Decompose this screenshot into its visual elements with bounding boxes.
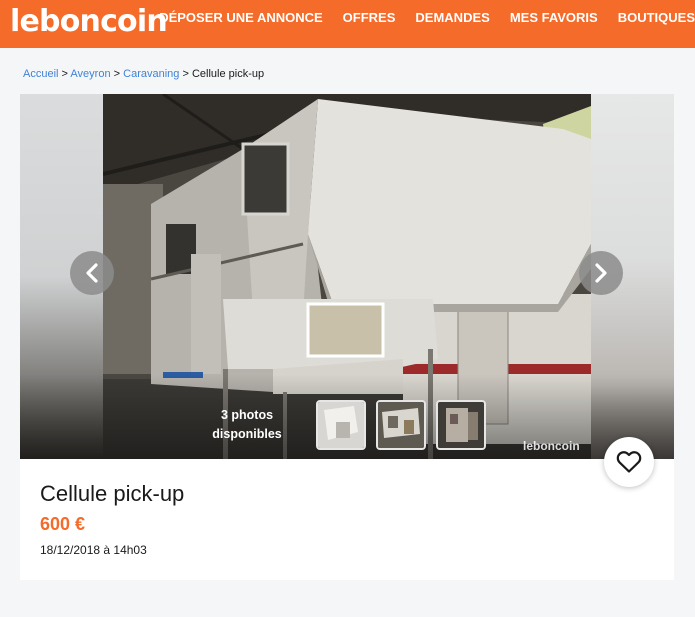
breadcrumb-caravaning[interactable]: Caravaning [123, 68, 179, 80]
chevron-left-icon [86, 263, 98, 283]
nav-mes-favoris[interactable]: MES FAVORIS [510, 0, 598, 48]
breadcrumb-current: Cellule pick-up [191, 68, 265, 80]
thumbnail-1-image [318, 402, 364, 448]
thumbnail-2[interactable] [376, 400, 426, 450]
breadcrumb-separator: > [182, 68, 189, 80]
thumbnail-3[interactable] [436, 400, 486, 450]
ad-title: Cellule pick-up [40, 481, 185, 506]
breadcrumb-accueil[interactable]: Accueil [23, 68, 58, 80]
main-nav: DÉPOSER UNE ANNONCE OFFRES DEMANDES MES … [159, 0, 695, 48]
thumbnail-1[interactable] [316, 400, 366, 450]
breadcrumb-aveyron[interactable]: Aveyron [70, 68, 110, 80]
nav-demandes[interactable]: DEMANDES [415, 0, 489, 48]
breadcrumb-separator: > [61, 68, 68, 80]
photo-count-line1: 3 photos [220, 408, 274, 422]
photo-count: 3 photos disponibles [198, 406, 296, 444]
breadcrumb: Accueil > Aveyron > Caravaning > Cellule… [23, 68, 264, 80]
ad-date: 18/12/2018 à 14h03 [40, 543, 147, 557]
ad-info-card [20, 459, 674, 580]
nav-deposer-annonce[interactable]: DÉPOSER UNE ANNONCE [159, 0, 322, 48]
breadcrumb-separator: > [113, 68, 121, 80]
gallery-prev-button[interactable] [70, 251, 114, 295]
nav-boutiques[interactable]: BOUTIQUES [618, 0, 695, 48]
thumbnail-3-image [438, 402, 484, 448]
site-header: leboncoin DÉPOSER UNE ANNONCE OFFRES DEM… [0, 0, 695, 48]
photo-gallery: 3 photos disponibles leboncoin [20, 94, 674, 459]
photo-watermark: leboncoin [523, 439, 580, 453]
chevron-right-icon [595, 263, 607, 283]
heart-icon [616, 451, 642, 473]
photo-count-line2: disponibles [212, 427, 282, 441]
thumbnail-2-image [378, 402, 424, 448]
gallery-next-button[interactable] [579, 251, 623, 295]
leboncoin-logo[interactable]: leboncoin [10, 2, 168, 42]
nav-offres[interactable]: OFFRES [343, 0, 396, 48]
ad-price: 600 € [40, 514, 86, 534]
favorite-button[interactable] [604, 437, 654, 487]
